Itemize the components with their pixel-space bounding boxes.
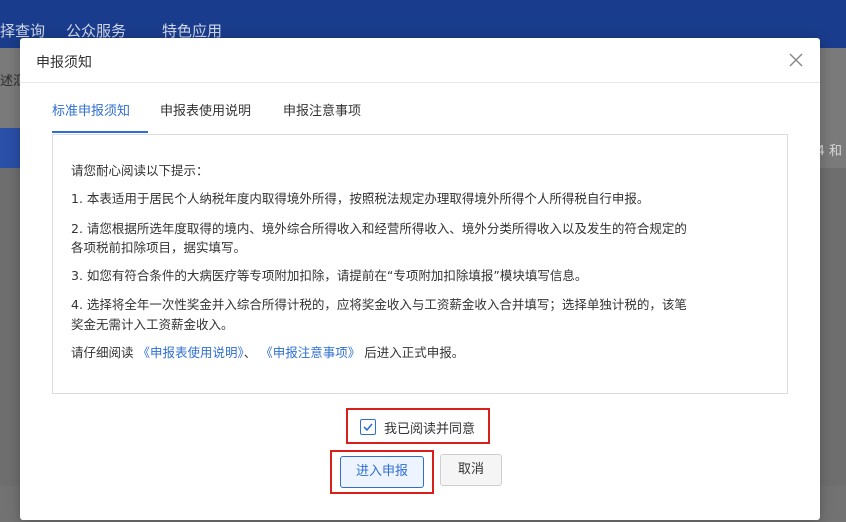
enter-highlight: 进入申报 <box>330 450 434 494</box>
tab-filing-precautions[interactable]: 申报注意事项 <box>283 100 361 119</box>
background-peek-text: 4 和 <box>816 144 842 159</box>
check-icon <box>363 423 373 432</box>
notice-dialog: 申报须知 标准申报须知 申报表使用说明 申报注意事项 请您耐心阅读以下提示： 1… <box>20 38 820 520</box>
dialog-title: 申报须知 <box>36 55 92 71</box>
agree-label[interactable]: 我已阅读并同意 <box>384 418 475 437</box>
close-icon[interactable] <box>788 52 804 68</box>
notice-item-1: 1. 本表适用于居民个人纳税年度内取得境外所得，按照税法规定办理取得境外所得个人… <box>71 191 650 206</box>
notice-content: 请您耐心阅读以下提示： 1. 本表适用于居民个人纳税年度内取得境外所得，按照税法… <box>52 134 788 394</box>
notice-tail: 请仔细阅读 《申报表使用说明》、 《申报注意事项》 后进入正式申报。 <box>71 343 464 363</box>
notice-tail-suffix: 后进入正式申报。 <box>364 345 465 360</box>
notice-item-2-line-2: 各项税前扣除项目，据实填写。 <box>71 240 247 255</box>
notice-item-3: 3. 如您有符合条件的大病医疗等专项附加扣除，请提前在“专项附加扣除填报”模块填… <box>71 268 588 283</box>
link-form-instructions[interactable]: 《申报表使用说明》 <box>138 345 244 360</box>
notice-item-4-line-2: 奖金无需计入工资薪金收入。 <box>71 317 234 332</box>
enter-filing-button[interactable]: 进入申报 <box>340 456 424 488</box>
link-filing-precautions[interactable]: 《申报注意事项》 <box>260 345 360 360</box>
notice-item-4-line-1: 4. 选择将全年一次性奖金并入综合所得计税的，应将奖金收入与工资薪金收入合并填写… <box>71 297 687 312</box>
active-tab-underline <box>52 131 148 133</box>
notice-intro: 请您耐心阅读以下提示： <box>71 163 209 178</box>
agree-highlight: 我已阅读并同意 <box>346 408 490 444</box>
tab-form-instructions[interactable]: 申报表使用说明 <box>160 100 251 119</box>
dialog-header: 申报须知 <box>20 38 820 83</box>
notice-tail-prefix: 请仔细阅读 <box>71 345 134 360</box>
agree-checkbox[interactable] <box>360 419 376 435</box>
cancel-button[interactable]: 取消 <box>440 454 502 486</box>
band-edge-left <box>0 128 20 168</box>
notice-separator: 、 <box>243 345 257 360</box>
notice-item-2-line-1: 2. 请您根据所选年度取得的境内、境外综合所得收入和经营所得收入、境外分类所得收… <box>71 221 687 236</box>
tab-standard-notice[interactable]: 标准申报须知 <box>52 100 130 119</box>
